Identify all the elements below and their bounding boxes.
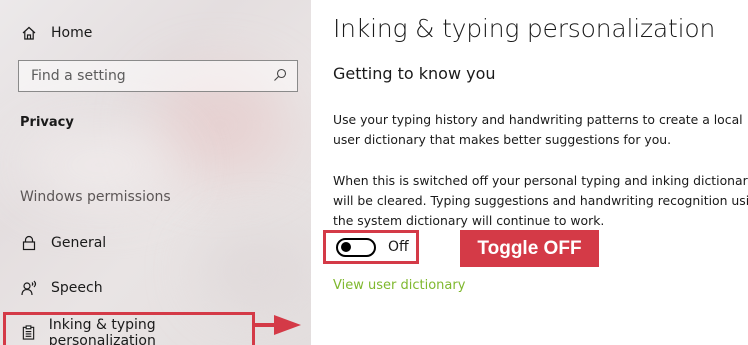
sidebar-item-general[interactable]: General [0, 231, 311, 255]
home-label: Home [51, 25, 93, 41]
sidebar-item-speech[interactable]: Speech [0, 276, 311, 300]
privacy-section-title: Privacy [20, 115, 74, 130]
settings-sidebar: Home Privacy Windows permissions General… [0, 0, 311, 345]
clipboard-icon [20, 324, 37, 342]
sidebar-item-label: Speech [51, 280, 103, 296]
toggle-knob [341, 242, 351, 252]
windows-permissions-heading: Windows permissions [20, 189, 171, 205]
search-input[interactable] [31, 68, 261, 84]
annotation-arrow [255, 323, 275, 327]
sidebar-item-label: Inking & typing personalization [48, 316, 156, 345]
settings-content: Inking & typing personalization Getting … [311, 0, 748, 345]
toggle-off-annotation: Toggle OFF [460, 230, 599, 267]
search-icon[interactable] [273, 67, 287, 86]
toggle-highlight-box: Off [323, 230, 419, 264]
view-user-dictionary-link[interactable]: View user dictionary [333, 278, 465, 293]
section-subheading: Getting to know you [333, 64, 496, 83]
description-text: Use your typing history and handwriting … [333, 112, 743, 147]
lock-icon [20, 234, 38, 252]
annotation-arrow-head [274, 315, 301, 335]
toggle-state-label: Off [388, 239, 409, 255]
home-nav-item[interactable]: Home [0, 21, 311, 45]
sidebar-item-inking-typing[interactable]: Inking & typing personalization [3, 312, 255, 345]
sidebar-item-label: General [51, 235, 107, 251]
personalization-toggle-switch[interactable] [336, 237, 376, 257]
page-title: Inking & typing personalization [333, 14, 716, 43]
speech-icon [20, 279, 38, 297]
toggle-explanation-text: When this is switched off your personal … [333, 173, 748, 228]
home-icon [20, 24, 38, 42]
settings-search-box[interactable] [18, 60, 298, 92]
